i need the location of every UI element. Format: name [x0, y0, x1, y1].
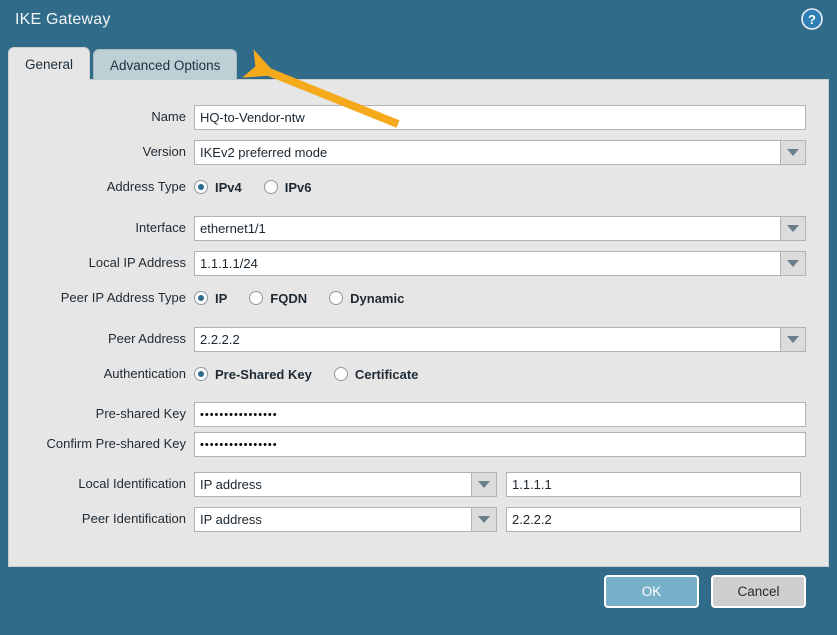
- radio-pre-shared-key-label: Pre-Shared Key: [215, 366, 312, 382]
- local-ip-address-value: 1.1.1.1/24: [194, 250, 780, 276]
- radio-peer-ip-label: IP: [215, 290, 228, 306]
- row-local-ip-address: Local IP Address 1.1.1.1/24: [9, 250, 810, 276]
- pre-shared-key-input[interactable]: ••••••••••••••••: [194, 401, 806, 427]
- help-circle-icon[interactable]: ?: [801, 8, 823, 30]
- peer-ip-address-type-radio-group: IP FQDN Dynamic: [194, 285, 426, 311]
- peer-address-label: Peer Address: [107, 331, 186, 346]
- radio-pre-shared-key-indicator: [194, 367, 208, 381]
- interface-value: ethernet1/1: [194, 215, 780, 241]
- radio-ipv4-indicator: [194, 180, 208, 194]
- row-pre-shared-key: Pre-shared Key ••••••••••••••••: [9, 401, 810, 427]
- row-local-identification: Local Identification IP address 1.1.1.1: [9, 471, 810, 497]
- radio-ipv6-indicator: [263, 180, 278, 194]
- local-identification-type-value: IP address: [194, 471, 471, 497]
- dialog-footer: OK Cancel: [0, 575, 837, 635]
- row-peer-identification: Peer Identification IP address 2.2.2.2: [9, 506, 810, 532]
- version-label: Version: [142, 144, 186, 159]
- radio-peer-fqdn[interactable]: FQDN: [249, 291, 307, 306]
- radio-peer-dynamic-indicator: [329, 291, 344, 305]
- radio-pre-shared-key[interactable]: Pre-Shared Key: [194, 367, 312, 382]
- local-ip-address-select[interactable]: 1.1.1.1/24: [194, 250, 806, 276]
- row-version: Version IKEv2 preferred mode: [9, 139, 810, 165]
- row-peer-address: Peer Address 2.2.2.2: [9, 326, 810, 352]
- interface-select[interactable]: ethernet1/1: [194, 215, 806, 241]
- radio-certificate[interactable]: Certificate: [333, 366, 419, 382]
- row-interface: Interface ethernet1/1: [9, 215, 810, 241]
- tab-advanced-options-label: Advanced Options: [110, 57, 221, 73]
- name-label: Name: [151, 109, 186, 124]
- radio-peer-dynamic[interactable]: Dynamic: [329, 291, 404, 306]
- version-select[interactable]: IKEv2 preferred mode: [194, 139, 806, 165]
- tab-advanced-options[interactable]: Advanced Options: [93, 49, 238, 80]
- local-identification-label: Local Identification: [78, 476, 186, 491]
- radio-ipv4-label: IPv4: [215, 179, 242, 195]
- peer-identification-select[interactable]: IP address: [194, 506, 497, 532]
- chevron-down-icon[interactable]: [471, 471, 497, 497]
- local-identification-input[interactable]: 1.1.1.1: [506, 471, 801, 497]
- confirm-pre-shared-key-label: Confirm Pre-shared Key: [46, 436, 186, 451]
- radio-peer-fqdn-indicator: [249, 291, 264, 305]
- local-identification-select[interactable]: IP address: [194, 471, 497, 497]
- peer-identification-input[interactable]: 2.2.2.2: [506, 506, 801, 532]
- tab-general-label: General: [25, 56, 74, 72]
- chevron-down-icon[interactable]: [471, 506, 497, 532]
- radio-ipv6[interactable]: IPv6: [263, 179, 312, 195]
- peer-address-value: 2.2.2.2: [194, 326, 780, 352]
- row-confirm-pre-shared-key: Confirm Pre-shared Key ••••••••••••••••: [9, 431, 810, 457]
- address-type-radio-group: IPv4 IPv6: [194, 174, 334, 200]
- ok-button-label: OK: [641, 584, 662, 599]
- peer-address-select[interactable]: 2.2.2.2: [194, 326, 806, 352]
- confirm-pre-shared-key-input[interactable]: ••••••••••••••••: [194, 431, 806, 457]
- chevron-down-icon[interactable]: [780, 215, 806, 241]
- tab-strip: General Advanced Options: [8, 47, 240, 80]
- name-input[interactable]: HQ-to-Vendor-ntw: [194, 104, 806, 130]
- row-peer-ip-address-type: Peer IP Address Type IP FQDN Dynamic: [9, 285, 810, 311]
- radio-ipv6-label: IPv6: [284, 179, 312, 195]
- row-authentication: Authentication Pre-Shared Key Certificat…: [9, 361, 810, 387]
- radio-certificate-indicator: [333, 367, 348, 381]
- dialog-titlebar: IKE Gateway ?: [0, 0, 837, 46]
- tab-general[interactable]: General: [8, 47, 91, 80]
- pre-shared-key-label: Pre-shared Key: [95, 406, 186, 421]
- peer-ip-address-type-label: Peer IP Address Type: [60, 290, 186, 305]
- ike-gateway-dialog: IKE Gateway ? General Advanced Options N…: [0, 0, 837, 635]
- radio-peer-fqdn-label: FQDN: [270, 290, 308, 306]
- cancel-button-label: Cancel: [737, 584, 780, 599]
- row-address-type: Address Type IPv4 IPv6: [9, 174, 810, 200]
- version-value: IKEv2 preferred mode: [194, 139, 780, 165]
- radio-peer-ip-indicator: [194, 291, 208, 305]
- authentication-radio-group: Pre-Shared Key Certificate: [194, 361, 440, 387]
- ok-button[interactable]: OK: [604, 575, 699, 608]
- radio-peer-dynamic-label: Dynamic: [350, 290, 405, 306]
- interface-label: Interface: [135, 220, 186, 235]
- page-title: IKE Gateway: [15, 11, 111, 28]
- chevron-down-icon[interactable]: [780, 139, 806, 165]
- chevron-down-icon[interactable]: [780, 250, 806, 276]
- radio-peer-ip[interactable]: IP: [194, 291, 227, 306]
- address-type-label: Address Type: [106, 179, 186, 194]
- svg-text:?: ?: [808, 12, 816, 27]
- chevron-down-icon[interactable]: [780, 326, 806, 352]
- general-tab-panel: Name HQ-to-Vendor-ntw Version IKEv2 pref…: [8, 79, 829, 567]
- local-ip-address-label: Local IP Address: [88, 255, 186, 270]
- cancel-button[interactable]: Cancel: [711, 575, 806, 608]
- radio-ipv4[interactable]: IPv4: [194, 180, 242, 195]
- peer-identification-type-value: IP address: [194, 506, 471, 532]
- peer-identification-label: Peer Identification: [81, 511, 186, 526]
- authentication-label: Authentication: [103, 366, 186, 381]
- row-name: Name HQ-to-Vendor-ntw: [9, 104, 810, 130]
- radio-certificate-label: Certificate: [354, 366, 419, 382]
